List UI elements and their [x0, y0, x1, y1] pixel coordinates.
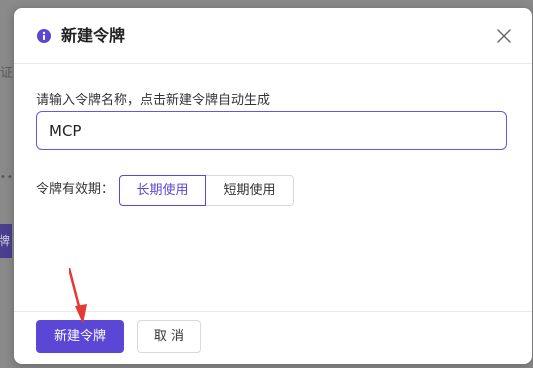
dialog-header: 新建令牌 [14, 8, 532, 64]
token-name-input[interactable] [36, 111, 507, 150]
validity-option-long-term[interactable]: 长期使用 [119, 175, 206, 206]
new-token-dialog: 新建令牌 请输入令牌名称，点击新建令牌自动生成 令牌有效期： 长期使用 短期使用… [14, 8, 532, 364]
dialog-title: 新建令牌 [61, 26, 126, 45]
background-partial-text: 证 [0, 66, 14, 81]
close-icon[interactable] [494, 26, 514, 46]
annotation-arrow-icon [69, 268, 87, 324]
background-partial-button: 牌 [0, 224, 12, 258]
info-icon [37, 29, 51, 43]
token-name-label: 请输入令牌名称，点击新建令牌自动生成 [36, 93, 271, 108]
validity-option-short-term[interactable]: 短期使用 [206, 175, 294, 206]
validity-label: 令牌有效期： [36, 182, 115, 197]
cancel-button[interactable]: 取 消 [137, 320, 201, 353]
